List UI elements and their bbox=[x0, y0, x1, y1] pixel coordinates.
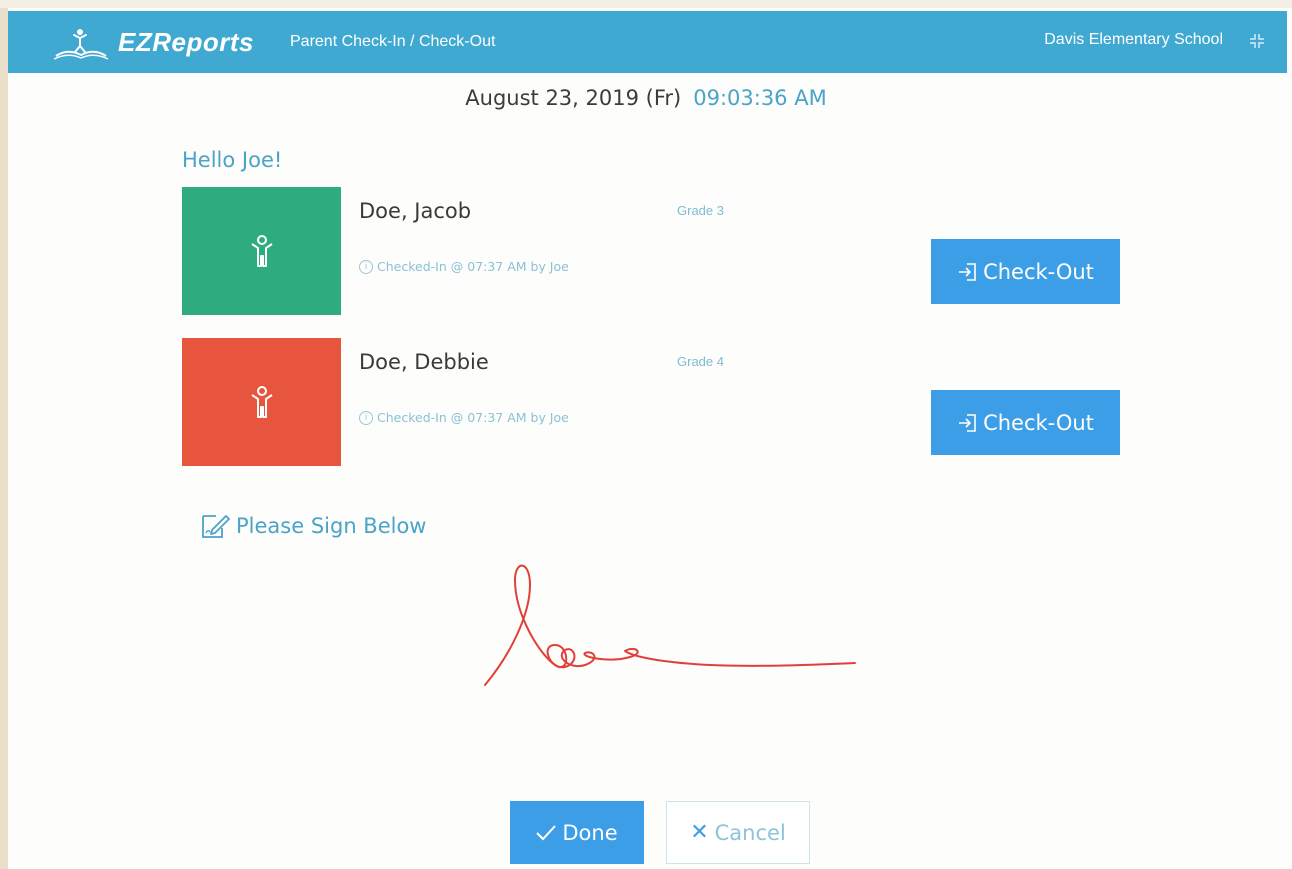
sign-in-icon bbox=[959, 262, 976, 281]
check-out-label: Check-Out bbox=[983, 259, 1094, 284]
student-name: Doe, Jacob bbox=[359, 199, 472, 223]
window-frame-left bbox=[0, 8, 8, 869]
student-avatar[interactable] bbox=[182, 338, 341, 466]
info-icon: i bbox=[359, 410, 373, 425]
check-icon bbox=[536, 824, 557, 840]
signature-pad[interactable] bbox=[380, 545, 940, 765]
compress-icon[interactable] bbox=[1249, 33, 1265, 49]
check-out-button[interactable]: Check-Out bbox=[931, 239, 1120, 304]
student-name: Doe, Debbie bbox=[359, 350, 489, 374]
student-card: Doe, Debbie Grade 4 i Checked-In @ 07:37… bbox=[182, 338, 1182, 468]
signature-prompt-text: Please Sign Below bbox=[236, 514, 427, 538]
current-datetime: August 23, 2019 (Fr) 09:03:36 AM bbox=[0, 86, 1292, 110]
signature-prompt: Please Sign Below bbox=[200, 512, 427, 540]
sign-in-icon bbox=[959, 413, 976, 432]
current-date: August 23, 2019 (Fr) bbox=[465, 86, 682, 110]
pen-to-square-icon bbox=[202, 515, 230, 538]
cancel-button[interactable]: ✕ Cancel bbox=[666, 801, 810, 864]
student-grade: Grade 3 bbox=[677, 203, 724, 218]
app-header: EZReports Parent Check-In / Check-Out Da… bbox=[8, 11, 1287, 73]
page-subtitle: Parent Check-In / Check-Out bbox=[290, 33, 496, 50]
signature-stroke bbox=[484, 564, 856, 686]
x-icon: ✕ bbox=[690, 820, 709, 845]
student-grade: Grade 4 bbox=[677, 354, 724, 369]
cancel-label: Cancel bbox=[714, 820, 786, 845]
check-in-status: i Checked-In @ 07:37 AM by Joe bbox=[359, 410, 569, 425]
child-icon bbox=[250, 235, 273, 267]
child-icon bbox=[250, 386, 273, 418]
done-label: Done bbox=[562, 820, 618, 845]
check-in-status-text: Checked-In @ 07:37 AM by Joe bbox=[377, 410, 569, 425]
window-frame-top bbox=[0, 0, 1292, 8]
check-out-button[interactable]: Check-Out bbox=[931, 390, 1120, 455]
current-time: 09:03:36 AM bbox=[693, 86, 827, 110]
done-button[interactable]: Done bbox=[510, 801, 644, 864]
check-out-label: Check-Out bbox=[983, 410, 1094, 435]
greeting: Hello Joe! bbox=[182, 148, 283, 172]
check-in-status: i Checked-In @ 07:37 AM by Joe bbox=[359, 259, 569, 274]
school-name: Davis Elementary School bbox=[1044, 31, 1223, 48]
info-icon: i bbox=[359, 259, 373, 274]
check-in-status-text: Checked-In @ 07:37 AM by Joe bbox=[377, 259, 569, 274]
person-on-book-logo bbox=[53, 29, 109, 60]
student-avatar[interactable] bbox=[182, 187, 341, 315]
brand-name: EZReports bbox=[118, 27, 254, 57]
student-card: Doe, Jacob Grade 3 i Checked-In @ 07:37 … bbox=[182, 187, 1182, 317]
